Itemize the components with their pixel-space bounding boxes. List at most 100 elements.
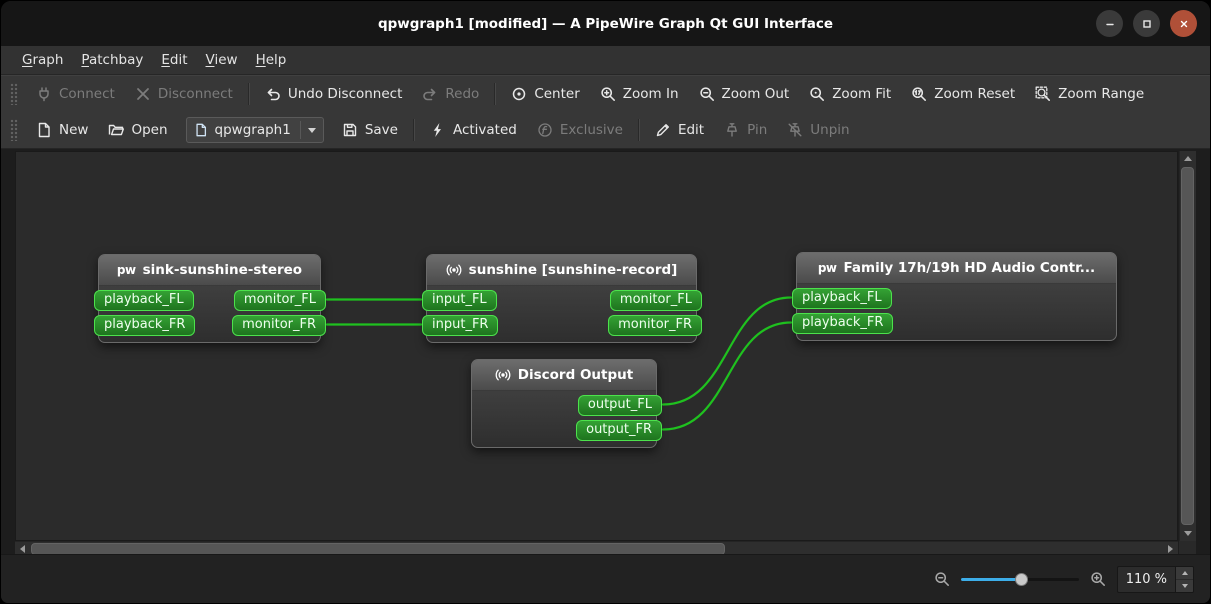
open-button[interactable]: Open <box>98 117 177 143</box>
vertical-scrollbar-thumb[interactable] <box>1181 167 1194 525</box>
combo-dropdown-arrow <box>299 121 316 139</box>
menu-view[interactable]: View <box>197 46 247 74</box>
zoom-spin-buttons <box>1175 566 1193 592</box>
zoom-out-icon <box>699 86 715 102</box>
arrow-right-icon <box>1168 545 1173 553</box>
save-button[interactable]: Save <box>332 117 408 143</box>
zoom-in-button[interactable]: Zoom In <box>590 81 689 107</box>
menu-graph[interactable]: Graph <box>13 46 72 74</box>
toolbar-drag-handle[interactable] <box>10 83 18 105</box>
node-discord-output[interactable]: Discord Output output_FL output_FR <box>471 359 662 448</box>
titlebar[interactable]: qpwgraph1 [modified] — A PipeWire Graph … <box>1 1 1210 46</box>
scroll-up-button[interactable] <box>1179 151 1196 166</box>
port-output[interactable]: monitor_FL <box>609 290 702 311</box>
menu-help[interactable]: Help <box>247 46 296 74</box>
undo-label: Undo Disconnect <box>287 86 403 102</box>
zoom-slider-handle[interactable] <box>1014 573 1028 586</box>
unpin-icon <box>787 122 803 138</box>
zoom-reset-icon <box>911 86 927 102</box>
zoom-in-icon <box>600 86 616 102</box>
unpin-button: Unpin <box>777 117 859 143</box>
node-sunshine-record[interactable]: sunshine [sunshine-record] input_FL inpu… <box>422 254 702 343</box>
activated-button[interactable]: Activated <box>420 117 527 143</box>
zoom-out-label: Zoom Out <box>721 86 790 102</box>
node-header: sunshine [sunshine-record] <box>427 255 696 286</box>
node-sink-sunshine-stereo[interactable]: pw sink-sunshine-stereo playback_FL play… <box>94 254 326 343</box>
menu-edit[interactable]: Edit <box>152 46 196 74</box>
window-title: qpwgraph1 [modified] — A PipeWire Graph … <box>377 15 834 32</box>
connect-button: Connect <box>26 81 125 107</box>
node-header: pw Family 17h/19h HD Audio Contr... <box>797 253 1116 284</box>
node-header: Discord Output <box>472 360 656 391</box>
zoom-fit-label: Zoom Fit <box>832 86 892 102</box>
scroll-down-button[interactable] <box>1179 526 1196 541</box>
patchbay-selector[interactable]: qpwgraph1 <box>185 117 324 143</box>
zoom-out-button[interactable]: Zoom Out <box>689 81 800 107</box>
open-folder-icon <box>108 122 125 138</box>
unpin-label: Unpin <box>810 122 850 138</box>
port-input[interactable]: playback_FL <box>94 290 194 311</box>
app-window: qpwgraph1 [modified] — A PipeWire Graph … <box>0 0 1211 604</box>
toolbar-separator <box>247 83 250 105</box>
stream-record-icon <box>495 367 511 383</box>
zoom-reset-label: Zoom Reset <box>934 86 1016 102</box>
node-header: pw sink-sunshine-stereo <box>99 255 320 286</box>
patchbay-selector-value: qpwgraph1 <box>214 122 291 138</box>
port-output[interactable]: output_FR <box>576 420 662 441</box>
port-input[interactable]: playback_FR <box>94 315 196 336</box>
port-output[interactable]: monitor_FL <box>233 290 326 311</box>
zoom-slider-fill <box>960 578 1021 581</box>
close-button[interactable] <box>1170 10 1197 37</box>
node-family-hd-audio[interactable]: pw Family 17h/19h HD Audio Contr... play… <box>792 252 1117 341</box>
zoom-fit-button[interactable]: Zoom Fit <box>799 81 901 107</box>
zoom-spin-up-button[interactable] <box>1176 567 1193 580</box>
port-input[interactable]: input_FR <box>422 315 499 336</box>
maximize-icon <box>1142 19 1152 29</box>
zoom-in-small-button[interactable] <box>1090 571 1106 587</box>
stream-record-icon <box>446 262 462 278</box>
toolbar-separator <box>494 83 497 105</box>
undo-disconnect-button[interactable]: Undo Disconnect <box>255 81 413 107</box>
zoom-spinbox[interactable]: 110 % <box>1116 565 1194 593</box>
menu-patchbay[interactable]: Patchbay <box>72 46 152 74</box>
connect-label: Connect <box>59 86 115 102</box>
save-label: Save <box>364 122 398 138</box>
chevron-down-icon <box>307 127 316 133</box>
edit-label: Edit <box>677 122 705 138</box>
redo-label: Redo <box>445 86 480 102</box>
zoom-reset-button[interactable]: Zoom Reset <box>901 81 1025 107</box>
edit-pencil-icon <box>655 122 671 138</box>
zoom-spin-down-button[interactable] <box>1176 580 1193 592</box>
toolbar-drag-handle[interactable] <box>10 119 18 141</box>
zoom-range-button[interactable]: Zoom Range <box>1025 81 1154 107</box>
center-label: Center <box>534 86 580 102</box>
port-output[interactable]: monitor_FR <box>232 315 326 336</box>
toolbar-separator <box>637 119 640 141</box>
center-button[interactable]: Center <box>501 81 589 107</box>
zoom-value[interactable]: 110 % <box>1118 567 1175 592</box>
redo-icon <box>422 86 438 102</box>
graph-canvas[interactable]: pw sink-sunshine-stereo playback_FL play… <box>15 151 1178 541</box>
new-label: New <box>59 122 89 138</box>
new-button[interactable]: New <box>26 117 98 143</box>
toolbar-patchbay: New Open qpwgraph1 Save Activated Exclus… <box>1 112 1210 149</box>
edit-button[interactable]: Edit <box>645 117 714 143</box>
port-output[interactable]: output_FL <box>577 395 662 416</box>
vertical-scrollbar[interactable] <box>1179 151 1196 541</box>
zoom-fit-icon <box>809 86 825 102</box>
port-output[interactable]: monitor_FR <box>608 315 702 336</box>
open-label: Open <box>131 122 168 138</box>
activated-label: Activated <box>452 122 517 138</box>
port-input[interactable]: playback_FR <box>792 313 894 334</box>
pipewire-icon: pw <box>817 261 837 275</box>
arrow-left-icon <box>20 545 25 553</box>
zoom-out-small-button[interactable] <box>934 571 950 587</box>
maximize-button[interactable] <box>1133 10 1160 37</box>
zoom-slider[interactable] <box>960 571 1079 587</box>
exclusive-icon <box>537 122 553 138</box>
port-input[interactable]: input_FL <box>422 290 497 311</box>
port-input[interactable]: playback_FL <box>792 288 892 309</box>
minimize-button[interactable] <box>1096 10 1123 37</box>
connect-icon <box>36 86 52 102</box>
disconnect-icon <box>135 86 151 102</box>
